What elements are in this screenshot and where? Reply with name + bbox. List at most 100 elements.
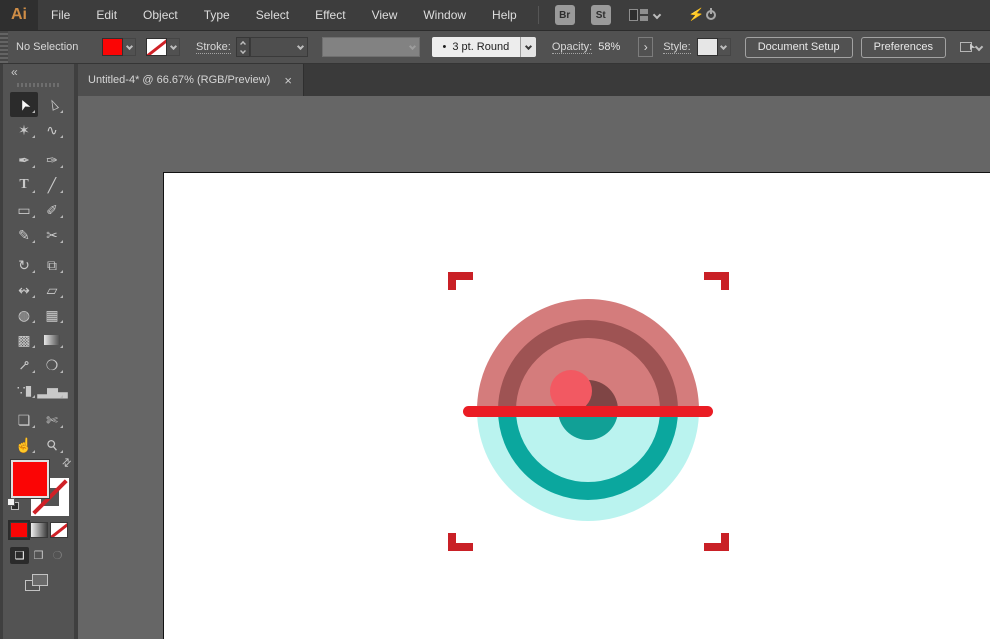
slice-tool[interactable]: ✄ (38, 407, 66, 432)
bridge-icon[interactable]: Br (555, 5, 575, 25)
panel-grip[interactable] (0, 31, 8, 63)
stepper-up-icon (240, 41, 246, 47)
pen-tool[interactable]: ✒ (10, 147, 38, 172)
gradient-tool[interactable] (38, 327, 66, 352)
preferences-button[interactable]: Preferences (861, 37, 946, 58)
direct-selection-tool[interactable]: ▻ (38, 92, 66, 117)
eyedropper-tool[interactable]: ⊸ (10, 352, 38, 377)
tools-panel-grip[interactable] (17, 83, 59, 87)
color-button[interactable] (10, 522, 28, 538)
document-tab[interactable]: Untitled-4* @ 66.67% (RGB/Preview) × (78, 64, 304, 96)
pen-icon: ✒ (18, 153, 30, 167)
brush-definition-value[interactable]: • 3 pt. Round (432, 37, 520, 57)
paintbrush-tool[interactable]: ✐ (38, 197, 66, 222)
symbol-sprayer-tool[interactable]: ∵▮ (10, 377, 38, 402)
perspective-grid-tool[interactable]: ▦ (38, 302, 66, 327)
rectangle-icon: ▭ (17, 203, 30, 217)
workspace-rows-icon (640, 9, 648, 21)
stock-icon[interactable]: St (591, 5, 611, 25)
collapse-panel-icon[interactable]: « (11, 65, 18, 79)
canvas-area[interactable] (78, 96, 990, 639)
column-graph-tool[interactable]: ▂▅▃ (38, 377, 66, 402)
scissors-tool[interactable]: ✂ (38, 222, 66, 247)
scale-tool[interactable]: ⧉ (38, 252, 66, 277)
default-fill-stroke-icon[interactable] (7, 498, 20, 511)
menu-help[interactable]: Help (479, 0, 530, 30)
stroke-color-swatch[interactable] (146, 38, 167, 56)
stroke-color-dropdown[interactable] (167, 38, 180, 56)
rotate-icon: ↻ (18, 258, 30, 272)
free-transform-tool[interactable]: ▱ (38, 277, 66, 302)
app-logo: Ai (0, 0, 38, 30)
menu-view[interactable]: View (359, 0, 411, 30)
workspace-switcher-icon[interactable] (629, 9, 660, 21)
document-setup-button[interactable]: Document Setup (745, 37, 853, 58)
pencil-tool[interactable]: ✎ (10, 222, 38, 247)
stroke-weight-label[interactable]: Stroke: (196, 41, 231, 54)
opacity-label[interactable]: Opacity: (552, 41, 592, 54)
line-segment-tool[interactable]: ╱ (38, 172, 66, 197)
fill-indicator[interactable] (11, 460, 49, 498)
rotate-tool[interactable]: ↻ (10, 252, 38, 277)
none-button[interactable] (50, 522, 68, 538)
artboard-tool[interactable]: ❏ (10, 407, 38, 432)
lasso-tool[interactable]: ∿ (38, 117, 66, 142)
paintbrush-icon: ✐ (46, 203, 58, 217)
menu-window[interactable]: Window (410, 0, 479, 30)
isolate-selection-icon[interactable] (960, 42, 982, 52)
type-tool[interactable]: T (10, 172, 38, 197)
menu-type[interactable]: Type (191, 0, 243, 30)
mesh-tool[interactable]: ▩ (10, 327, 38, 352)
draw-normal-button[interactable]: ❑ (10, 547, 29, 564)
change-screen-mode-icon[interactable] (25, 574, 49, 592)
stepper-down-icon (240, 48, 246, 54)
width-tool[interactable]: ↭ (10, 277, 38, 302)
eye-scan-artwork[interactable] (430, 255, 750, 575)
variable-width-dropdown (322, 37, 420, 57)
close-tab-icon[interactable]: × (284, 74, 292, 87)
hand-tool[interactable]: ☝ (10, 432, 38, 457)
fill-stroke-indicator: ⇄ (7, 458, 71, 520)
brush-definition-control: • 3 pt. Round (432, 37, 536, 57)
fill-color-dropdown[interactable] (123, 38, 136, 56)
menu-object[interactable]: Object (130, 0, 191, 30)
curvature-tool[interactable]: ✑ (38, 147, 66, 172)
opacity-stepper-button[interactable]: › (638, 37, 653, 57)
slice-icon: ✄ (46, 413, 58, 427)
brush-bullet-icon: • (442, 41, 446, 53)
zoom-tool[interactable]: ⚲ (38, 432, 66, 457)
rectangle-tool[interactable]: ▭ (10, 197, 38, 222)
stroke-weight-dropdown[interactable] (250, 37, 308, 57)
shape-builder-tool[interactable]: ◍ (10, 302, 38, 327)
direct-selection-icon: ▻ (43, 97, 60, 113)
gpu-performance-icon[interactable]: ⚡ (687, 6, 705, 24)
control-bar: No Selection Stroke: • 3 (0, 30, 990, 64)
menu-effect[interactable]: Effect (302, 0, 358, 30)
fill-color-swatch[interactable] (102, 38, 123, 56)
opacity-input[interactable]: 58% (592, 37, 638, 57)
draw-behind-button[interactable]: ❒ (29, 547, 48, 564)
menu-select[interactable]: Select (243, 0, 302, 30)
style-dropdown[interactable] (718, 38, 731, 56)
selection-tool[interactable]: ➤ (10, 92, 38, 117)
brush-name: 3 pt. Round (452, 41, 509, 53)
magic-wand-tool[interactable]: ✶ (10, 117, 38, 142)
stroke-color-control (146, 38, 180, 56)
workspace-pane-icon (629, 9, 638, 21)
chevron-down-icon (652, 11, 660, 19)
swap-fill-stroke-icon[interactable]: ⇄ (59, 455, 75, 471)
blend-tool[interactable]: ❍ (38, 352, 66, 377)
eyedropper-icon: ⊸ (15, 355, 33, 373)
scissors-icon: ✂ (46, 228, 58, 242)
chevron-down-icon (525, 42, 532, 49)
stroke-weight-stepper[interactable] (236, 37, 250, 57)
style-swatch[interactable] (697, 38, 718, 56)
menu-edit[interactable]: Edit (83, 0, 130, 30)
artboard-icon: ❏ (18, 413, 31, 427)
menu-file[interactable]: File (38, 0, 83, 30)
fill-color-control (102, 38, 136, 56)
brush-definition-dropdown[interactable] (520, 37, 536, 57)
style-label[interactable]: Style: (663, 41, 691, 54)
gradient-button[interactable] (30, 522, 48, 538)
curvature-icon: ✑ (46, 153, 58, 167)
